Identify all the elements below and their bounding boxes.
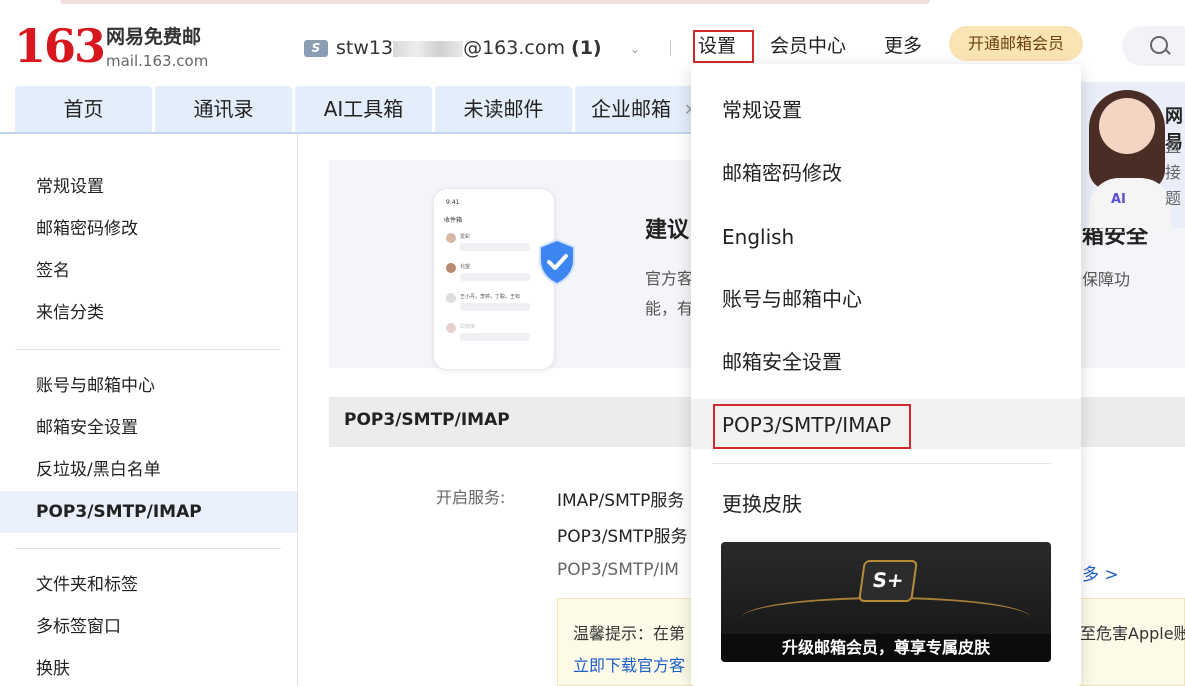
search-icon[interactable] — [1150, 36, 1168, 54]
account-switcher[interactable]: stw13 @163.com (1) — [336, 36, 602, 60]
menu-item-general-settings[interactable]: 常规设置 — [722, 97, 802, 123]
menu-item-change-skin[interactable]: 更换皮肤 — [722, 491, 802, 517]
account-count: (1) — [571, 37, 602, 59]
tip-text: 温馨提示：在第 — [573, 624, 686, 643]
splus-badge-icon: S+ — [858, 560, 918, 602]
sidebar-item-security[interactable]: 邮箱安全设置 — [36, 417, 138, 439]
menu-item-account-center[interactable]: 账号与邮箱中心 — [722, 286, 862, 312]
tab-ai-toolbox[interactable]: AI工具箱 — [295, 86, 432, 132]
ai-badge: AI — [1111, 192, 1126, 207]
sidebar-divider — [15, 548, 281, 549]
phone-time: 9:41 — [446, 199, 460, 206]
pop3-smtp-service: POP3/SMTP服务 — [557, 527, 688, 547]
shield-icon — [539, 238, 575, 286]
settings-highlight-box — [693, 30, 754, 63]
phone-inbox-label: 收件箱 — [444, 217, 463, 224]
banner-description: 官方客 能，有 — [645, 264, 693, 324]
logo-title: 网易免费邮 — [106, 26, 202, 48]
menu-item-password[interactable]: 邮箱密码修改 — [722, 160, 842, 186]
banner-desc-line: 官方客 — [645, 269, 694, 288]
logo-163[interactable]: 163 — [14, 20, 106, 72]
sidebar-item-password[interactable]: 邮箱密码修改 — [36, 218, 138, 240]
sidebar-item-antispam[interactable]: 反垃圾/黑白名单 — [36, 459, 161, 481]
chevron-down-icon[interactable]: ⌄ — [630, 42, 640, 56]
nav-more[interactable]: 更多 — [884, 34, 922, 58]
download-client-link[interactable]: 立即下载官方客 — [573, 652, 685, 676]
sidebar-item-skin[interactable]: 换肤 — [36, 658, 70, 680]
ai-assistant-promo[interactable]: AI 网易 直接 题 — [1081, 82, 1185, 228]
banner-desc-line: 能，有 — [645, 299, 694, 318]
section-title: POP3/SMTP/IMAP — [344, 410, 510, 430]
sidebar-item-mail-rules[interactable]: 来信分类 — [36, 302, 104, 324]
sidebar-item-multitab[interactable]: 多标签窗口 — [36, 616, 121, 638]
promo-line: 直接 — [1165, 137, 1182, 182]
sidebar-item-account-center[interactable]: 账号与邮箱中心 — [36, 375, 155, 397]
account-icon: S — [304, 40, 328, 57]
menu-item-english[interactable]: English — [722, 224, 794, 250]
pop3-highlight-box — [713, 404, 911, 449]
promo-text: 直接 题 — [1165, 134, 1185, 212]
banner-desc-right: 保障功 — [1082, 270, 1131, 289]
phone-row-text: 白衣侠 — [460, 324, 476, 330]
banner-title: 建议 — [645, 218, 690, 243]
open-membership-button[interactable]: 开通邮箱会员 — [949, 26, 1083, 61]
promo-line: 题 — [1165, 189, 1182, 208]
sidebar-item-pop3[interactable]: POP3/SMTP/IMAP — [36, 501, 202, 523]
logo-domain: mail.163.com — [106, 52, 209, 70]
tab-contacts[interactable]: 通讯录 — [155, 86, 292, 132]
imap-smtp-service: IMAP/SMTP服务 — [557, 491, 685, 511]
settings-sidebar — [0, 134, 298, 686]
sidebar-item-signature[interactable]: 签名 — [36, 260, 70, 282]
service-label: 开启服务: — [436, 488, 506, 507]
sidebar-item-folders[interactable]: 文件夹和标签 — [36, 574, 138, 596]
skin-upgrade-card[interactable]: S+ 升级邮箱会员，尊享专属皮肤 — [721, 542, 1051, 662]
window-top-strip — [0, 0, 1185, 14]
skin-caption: 升级邮箱会员，尊享专属皮肤 — [721, 634, 1051, 662]
phone-row-text: 北望 — [460, 264, 471, 270]
nav-member-center[interactable]: 会员中心 — [770, 34, 846, 58]
account-redacted — [393, 40, 464, 57]
menu-item-security[interactable]: 邮箱安全设置 — [722, 349, 842, 375]
pop3-smtp-imap-info: POP3/SMTP/IM — [557, 560, 679, 580]
menu-divider — [712, 463, 1051, 464]
header-divider — [670, 40, 671, 56]
tab-home[interactable]: 首页 — [15, 86, 152, 132]
tip-text-right: 至危害Apple账 — [1080, 624, 1185, 643]
more-link[interactable]: 多 > — [1082, 560, 1119, 585]
phone-row-text: 爱彩 — [460, 234, 471, 240]
sidebar-item-general[interactable]: 常规设置 — [36, 176, 104, 198]
phone-row-text: 王小丹，李婷，丁聪，王标 — [460, 294, 521, 300]
sidebar-divider — [15, 349, 281, 350]
account-prefix: stw13 — [336, 37, 394, 59]
account-suffix: @163.com — [463, 37, 565, 59]
tab-unread[interactable]: 未读邮件 — [435, 86, 572, 132]
